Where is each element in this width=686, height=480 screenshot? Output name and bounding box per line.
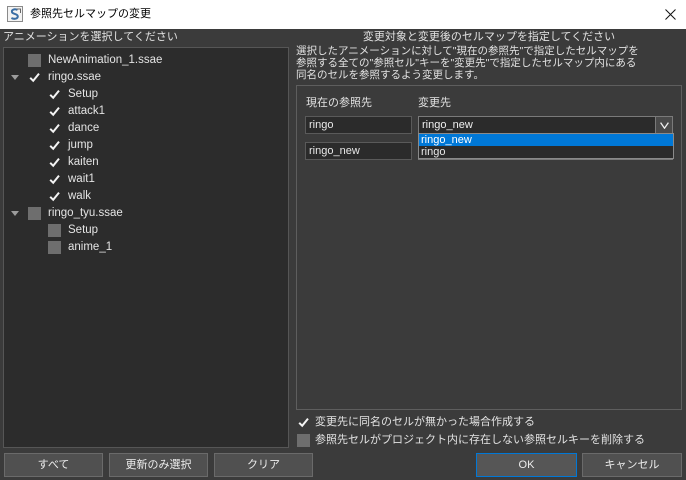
tree-item-file[interactable]: ringo_tyu.ssae bbox=[4, 205, 288, 222]
checkbox-checked[interactable] bbox=[28, 71, 41, 84]
tree-item-label: NewAnimation_1.ssae bbox=[48, 54, 163, 66]
option-label: 変更先に同名のセルが無かった場合作成する bbox=[315, 416, 535, 428]
app-logo-graphic bbox=[7, 6, 23, 22]
option-row[interactable]: 変更先に同名のセルが無かった場合作成する bbox=[297, 416, 682, 430]
ok-button[interactable]: OK bbox=[476, 453, 577, 477]
title-bar[interactable]: 参照先セルマップの変更 bbox=[0, 0, 686, 29]
description-line: 同名のセルを参照するよう変更します。 bbox=[296, 69, 484, 81]
checkbox-checked[interactable] bbox=[48, 139, 61, 152]
select-all-button[interactable]: すべて bbox=[4, 453, 103, 477]
checkbox-checked[interactable] bbox=[48, 156, 61, 169]
tree-item-label: attack1 bbox=[68, 105, 106, 117]
window-title: 参照先セルマップの変更 bbox=[30, 8, 151, 20]
column-header-target: 変更先 bbox=[418, 97, 451, 109]
tree-item-file[interactable]: ringo.ssae bbox=[4, 69, 288, 86]
app-logo-icon bbox=[7, 6, 23, 22]
description-line: 選択したアニメーションに対して"現在の参照先"で指定したセルマップを bbox=[296, 45, 639, 57]
target-cellmap-combobox[interactable]: ringo_new bbox=[418, 116, 673, 134]
option-label: 参照先セルがプロジェクト内に存在しない参照セルキーを削除する bbox=[315, 434, 645, 446]
tree-item-animation[interactable]: Setup bbox=[4, 86, 288, 103]
close-icon bbox=[664, 9, 676, 20]
check-icon-stroke bbox=[298, 417, 309, 428]
tree-item-animation[interactable]: dance bbox=[4, 120, 288, 137]
check-icon-stroke bbox=[49, 89, 60, 100]
check-icon-stroke bbox=[49, 191, 60, 202]
checkbox-checked[interactable] bbox=[48, 173, 61, 186]
checkbox-checked[interactable] bbox=[48, 88, 61, 101]
expand-arrow-icon[interactable] bbox=[11, 211, 19, 216]
check-icon bbox=[49, 174, 60, 185]
tree-item-label: wait1 bbox=[68, 173, 95, 185]
check-icon bbox=[49, 140, 60, 151]
close-icon-path bbox=[664, 9, 676, 20]
checkbox-unchecked[interactable] bbox=[48, 224, 61, 237]
check-icon-stroke bbox=[49, 106, 60, 117]
tree-item-label: ringo_tyu.ssae bbox=[48, 207, 123, 219]
check-icon bbox=[298, 417, 309, 428]
tree-item-label: walk bbox=[68, 190, 92, 202]
tree-item-label: jump bbox=[68, 139, 93, 151]
cellmap-panel: 現在の参照先 変更先 ringo_new ringo_newringo bbox=[296, 85, 682, 410]
close-button[interactable] bbox=[654, 0, 686, 29]
check-icon-stroke bbox=[49, 140, 60, 151]
tree-item-label: dance bbox=[68, 122, 100, 134]
cellmap-description: 選択したアニメーションに対して"現在の参照先"で指定したセルマップを 参照する全… bbox=[296, 45, 682, 81]
combobox-dropdown-button[interactable] bbox=[655, 117, 672, 133]
animation-list-label: アニメーションを選択してください bbox=[3, 31, 178, 43]
dropdown-option[interactable]: ringo_new bbox=[419, 134, 673, 146]
option-row[interactable]: 参照先セルがプロジェクト内に存在しない参照セルキーを削除する bbox=[297, 434, 682, 448]
tree-item-animation[interactable]: walk bbox=[4, 188, 288, 205]
chevron-down-icon bbox=[659, 121, 669, 129]
expand-arrow-icon[interactable] bbox=[11, 75, 19, 80]
tree-item-animation[interactable]: attack1 bbox=[4, 103, 288, 120]
check-icon bbox=[49, 89, 60, 100]
chevron-down-stroke bbox=[659, 121, 669, 129]
check-icon bbox=[49, 106, 60, 117]
checkbox-unchecked[interactable] bbox=[297, 434, 310, 447]
dropdown-option[interactable]: ringo bbox=[419, 146, 673, 158]
check-icon bbox=[29, 72, 40, 83]
tree-item-animation[interactable]: kaiten bbox=[4, 154, 288, 171]
check-icon bbox=[49, 191, 60, 202]
column-header-current: 現在の参照先 bbox=[306, 97, 372, 109]
tree-item-label: ringo.ssae bbox=[48, 71, 102, 83]
description-line: 参照する全ての"参照セル"キーを"変更先"で指定したセルマップ内にある bbox=[296, 57, 637, 69]
cancel-button[interactable]: キャンセル bbox=[582, 453, 682, 477]
check-icon bbox=[49, 157, 60, 168]
checkbox-unchecked[interactable] bbox=[28, 54, 41, 67]
check-icon-stroke bbox=[29, 72, 40, 83]
animation-tree[interactable]: NewAnimation_1.ssae ringo.ssae Setup attack… bbox=[3, 47, 289, 448]
clear-button[interactable]: クリア bbox=[214, 453, 313, 477]
cellmap-heading: 変更対象と変更後のセルマップを指定してください bbox=[362, 31, 616, 43]
check-icon-stroke bbox=[49, 174, 60, 185]
tree-item-label: Setup bbox=[68, 224, 99, 236]
tree-item-animation[interactable]: wait1 bbox=[4, 171, 288, 188]
check-icon-stroke bbox=[49, 157, 60, 168]
tree-item-animation[interactable]: jump bbox=[4, 137, 288, 154]
target-cellmap-dropdown-list[interactable]: ringo_new ringo bbox=[418, 133, 674, 159]
tree-item-animation[interactable]: anime_1 bbox=[4, 239, 288, 256]
check-icon-stroke bbox=[49, 123, 60, 134]
checkbox-checked[interactable] bbox=[297, 416, 310, 429]
checkbox-checked[interactable] bbox=[48, 105, 61, 118]
current-cellmap-field[interactable] bbox=[305, 142, 412, 160]
tree-item-label: kaiten bbox=[68, 156, 99, 168]
tree-item-label: anime_1 bbox=[68, 241, 113, 253]
current-cellmap-field[interactable] bbox=[305, 116, 412, 134]
checkbox-unchecked[interactable] bbox=[48, 241, 61, 254]
tree-item-animation[interactable]: Setup bbox=[4, 222, 288, 239]
combobox-value: ringo_new bbox=[422, 119, 473, 131]
tree-item-file[interactable]: NewAnimation_1.ssae bbox=[4, 52, 288, 69]
tree-item-label: Setup bbox=[68, 88, 99, 100]
checkbox-checked[interactable] bbox=[48, 190, 61, 203]
checkbox-unchecked[interactable] bbox=[28, 207, 41, 220]
check-icon bbox=[49, 123, 60, 134]
select-updated-only-button[interactable]: 更新のみ選択 bbox=[109, 453, 208, 477]
checkbox-checked[interactable] bbox=[48, 122, 61, 135]
options-group: 変更先に同名のセルが無かった場合作成する参照先セルがプロジェクト内に存在しない参… bbox=[297, 416, 682, 448]
